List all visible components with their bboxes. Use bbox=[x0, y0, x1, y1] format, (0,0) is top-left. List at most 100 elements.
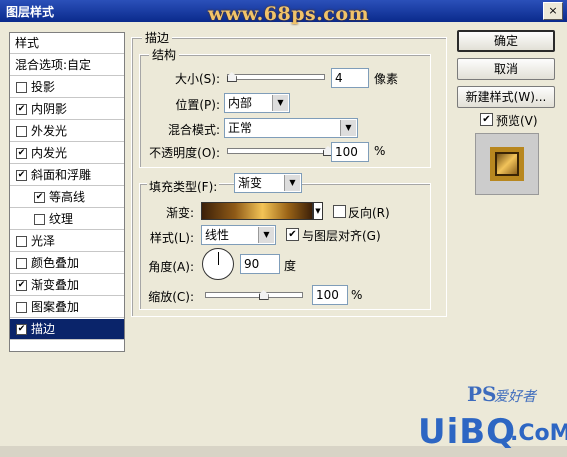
reverse-label: 反向(R) bbox=[348, 206, 390, 220]
sidebar-item-label: 描边 bbox=[31, 322, 56, 336]
sidebar-item-label: 纹理 bbox=[49, 212, 74, 226]
chevron-down-icon: ▼ bbox=[340, 120, 356, 136]
sidebar-item-label: 内阴影 bbox=[31, 102, 68, 116]
chevron-down-icon: ▼ bbox=[315, 207, 321, 215]
position-label: 位置(P): bbox=[175, 98, 220, 112]
gradient-preview[interactable] bbox=[201, 202, 313, 220]
sidebar-item-label: 外发光 bbox=[31, 124, 68, 138]
sidebar-item-label: 斜面和浮雕 bbox=[31, 168, 92, 182]
opacity-input[interactable]: 100 bbox=[331, 142, 369, 162]
cancel-button[interactable]: 取消 bbox=[457, 58, 555, 80]
position-value: 内部 bbox=[228, 96, 253, 110]
preview-swatch bbox=[490, 147, 524, 181]
effect-checkbox[interactable] bbox=[16, 82, 27, 93]
check-icon: ✔ bbox=[482, 114, 491, 125]
position-select[interactable]: 内部 ▼ bbox=[224, 93, 290, 113]
style-value: 线性 bbox=[205, 228, 230, 242]
sidebar-item-effect[interactable]: ✔ 描边 bbox=[10, 319, 124, 340]
check-icon: ✔ bbox=[288, 229, 297, 240]
site-name-cn: 爱好者 bbox=[494, 389, 536, 405]
ps-logo: PS bbox=[467, 382, 497, 406]
sidebar-item-effect[interactable]: ✔ 渐变叠加 bbox=[10, 275, 124, 296]
sidebar-item-blend-options[interactable]: 混合选项:自定 bbox=[10, 55, 124, 76]
sidebar-item-effect[interactable]: 光泽 bbox=[10, 231, 124, 252]
chevron-down-icon: ▼ bbox=[258, 227, 274, 243]
style-list: 样式 混合选项:自定 投影 ✔ 内阴影外发光 ✔ 内发光 ✔ 斜面和浮雕 ✔ 等高线纹理光泽颜色… bbox=[9, 32, 125, 352]
window-title: 图层样式 bbox=[6, 5, 55, 19]
sidebar-item-label: 颜色叠加 bbox=[31, 256, 80, 270]
angle-input[interactable]: 90 bbox=[240, 254, 280, 274]
structure-title: 结构 bbox=[149, 46, 180, 63]
sidebar-item-effect[interactable]: ✔ 内阴影 bbox=[10, 99, 124, 120]
effect-checkbox[interactable]: ✔ bbox=[16, 280, 27, 291]
opacity-slider-track[interactable] bbox=[227, 148, 329, 154]
watermark-top: www.68ps.com bbox=[208, 3, 370, 25]
sidebar-item-label: 光泽 bbox=[31, 234, 56, 248]
reverse-checkbox[interactable] bbox=[333, 205, 346, 218]
close-icon: × bbox=[548, 4, 558, 17]
sidebar-item-effect[interactable]: ✔ 内发光 bbox=[10, 143, 124, 164]
angle-label: 角度(A): bbox=[148, 260, 194, 274]
effect-checkbox[interactable]: ✔ bbox=[34, 192, 45, 203]
scale-input[interactable]: 100 bbox=[312, 285, 348, 305]
ok-label: 确定 bbox=[493, 34, 518, 48]
chevron-down-icon: ▼ bbox=[272, 95, 288, 111]
close-button[interactable]: × bbox=[543, 2, 563, 20]
sidebar-item-effect[interactable]: 颜色叠加 bbox=[10, 253, 124, 274]
size-input[interactable]: 4 bbox=[331, 68, 369, 88]
size-label: 大小(S): bbox=[174, 72, 220, 86]
scale-slider-track[interactable] bbox=[205, 292, 303, 298]
effect-checkbox[interactable]: ✔ bbox=[16, 170, 27, 181]
style-label: 样式(L): bbox=[149, 231, 194, 245]
sidebar-item-label: 内发光 bbox=[31, 146, 68, 160]
sidebar-item-label: 投影 bbox=[31, 80, 56, 94]
sidebar-item-effect[interactable]: 投影 bbox=[10, 77, 124, 98]
sidebar-item-effect[interactable]: 外发光 bbox=[10, 121, 124, 142]
fill-type-label: 填充类型(F): bbox=[147, 178, 220, 195]
angle-dial-needle bbox=[218, 252, 219, 265]
style-select[interactable]: 线性 ▼ bbox=[201, 225, 276, 245]
preview-checkbox[interactable]: ✔ bbox=[480, 113, 493, 126]
new-style-button[interactable]: 新建样式(W)... bbox=[457, 86, 555, 108]
sidebar-item-effect[interactable]: 纹理 bbox=[10, 209, 124, 230]
effect-checkbox[interactable] bbox=[16, 126, 27, 137]
scale-label: 缩放(C): bbox=[148, 290, 194, 304]
preview-thumbnail bbox=[475, 133, 539, 195]
effect-checkbox[interactable]: ✔ bbox=[16, 104, 27, 115]
fill-type-value: 渐变 bbox=[238, 176, 263, 190]
effect-checkbox[interactable]: ✔ bbox=[16, 324, 27, 335]
gradient-label: 渐变: bbox=[165, 206, 194, 220]
com-logo: .CoM bbox=[510, 421, 567, 446]
sidebar-item-effect[interactable]: 图案叠加 bbox=[10, 297, 124, 318]
stroke-title: 描边 bbox=[142, 29, 173, 46]
sidebar-item-effect[interactable]: ✔ 斜面和浮雕 bbox=[10, 165, 124, 186]
cancel-label: 取消 bbox=[493, 62, 518, 76]
blend-mode-label: 混合模式: bbox=[167, 123, 220, 137]
effect-checkbox[interactable] bbox=[34, 214, 45, 225]
size-unit: 像素 bbox=[374, 72, 399, 86]
blend-mode-select[interactable]: 正常 ▼ bbox=[224, 118, 358, 138]
effect-checkbox[interactable]: ✔ bbox=[16, 148, 27, 159]
effect-checkbox[interactable] bbox=[16, 302, 27, 313]
blend-mode-value: 正常 bbox=[228, 121, 253, 135]
effect-checkbox[interactable] bbox=[16, 258, 27, 269]
sidebar-item-effect[interactable]: ✔ 等高线 bbox=[10, 187, 124, 208]
sidebar-item-styles[interactable]: 样式 bbox=[10, 33, 124, 54]
size-slider-track[interactable] bbox=[227, 74, 325, 80]
align-with-layer-checkbox[interactable]: ✔ bbox=[286, 228, 299, 241]
angle-unit: 度 bbox=[284, 259, 297, 273]
scale-unit: % bbox=[351, 288, 363, 302]
fill-type-select[interactable]: 渐变 ▼ bbox=[234, 173, 302, 193]
angle-dial[interactable] bbox=[202, 248, 234, 280]
opacity-label: 不透明度(O): bbox=[149, 146, 220, 160]
uibq-logo: UiBQ bbox=[418, 412, 517, 452]
sidebar-item-label: 混合选项:自定 bbox=[15, 58, 92, 72]
gradient-dropdown-button[interactable]: ▼ bbox=[313, 202, 323, 220]
new-style-label: 新建样式(W)... bbox=[465, 90, 547, 104]
sidebar-item-label: 图案叠加 bbox=[31, 300, 80, 314]
chevron-down-icon: ▼ bbox=[284, 175, 300, 191]
sidebar-item-label: 等高线 bbox=[49, 190, 86, 204]
ok-button[interactable]: 确定 bbox=[457, 30, 555, 52]
sidebar-item-label: 样式 bbox=[15, 36, 40, 50]
effect-checkbox[interactable] bbox=[16, 236, 27, 247]
